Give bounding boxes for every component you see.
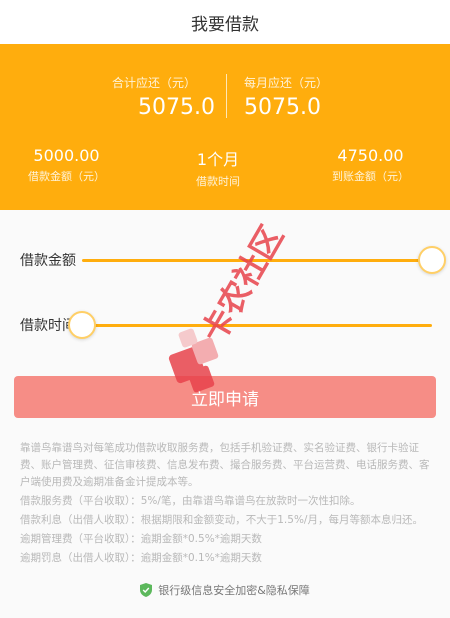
terms-paragraph: 逾期管理费（平台收取）：逾期金额*0.5%*逾期天数 — [20, 533, 262, 545]
loan-term-slider-row: 借款时间 — [0, 305, 450, 345]
monthly-repayment: 每月应还（元） 5075.0 — [244, 74, 328, 120]
terms-paragraph: 借款服务费（平台收取）：5%/笔，由靠谱鸟靠谱鸟在放款时一次性扣除。 — [20, 495, 361, 507]
total-repayment-label: 合计应还（元） — [112, 76, 197, 90]
title-bar: 我要借款 — [0, 0, 450, 44]
summary-divider — [226, 74, 227, 118]
total-repayment: 合计应还（元） 5075.0 — [112, 74, 215, 120]
loan-amount-stat: 5000.00 借款金额（元） — [28, 146, 105, 184]
total-repayment-value: 5075.0 — [138, 95, 215, 120]
security-note-text: 银行级信息安全加密&隐私保障 — [158, 584, 310, 597]
monthly-repayment-value: 5075.0 — [244, 95, 321, 120]
received-amount-label: 到账金额（元） — [332, 170, 409, 183]
received-amount-stat: 4750.00 到账金额（元） — [332, 146, 409, 184]
loan-term-slider-track[interactable] — [82, 324, 432, 327]
loan-summary-panel: 合计应还（元） 5075.0 每月应还（元） 5075.0 5000.00 借款… — [0, 44, 450, 210]
loan-term-slider-thumb[interactable] — [68, 311, 96, 339]
loan-amount-value: 5000.00 — [33, 146, 100, 165]
loan-term-stat: 1个月 借款时间 — [196, 146, 240, 189]
terms-paragraph: 逾期罚息（出借人收取）：逾期金额*0.1%*逾期天数 — [20, 552, 262, 564]
loan-amount-slider-row: 借款金额 — [0, 240, 450, 280]
page-title: 我要借款 — [191, 14, 259, 35]
loan-amount-label: 借款金额（元） — [28, 170, 105, 183]
loan-amount-slider-thumb[interactable] — [418, 246, 446, 274]
security-note: 银行级信息安全加密&隐私保障 — [0, 582, 450, 598]
apply-now-button[interactable]: 立即申请 — [14, 376, 436, 418]
fee-terms: 靠谱鸟靠谱鸟对每笔成功借款收取服务费，包括手机验证费、实名验证费、银行卡验证费、… — [20, 440, 432, 569]
loan-amount-slider-label: 借款金额 — [20, 253, 76, 269]
loan-amount-slider-track[interactable] — [82, 259, 432, 262]
monthly-repayment-label: 每月应还（元） — [244, 76, 329, 90]
loan-term-label: 借款时间 — [196, 175, 240, 188]
loan-term-value: 1个月 — [196, 150, 240, 169]
terms-paragraph: 借款利息（出借人收取）：根据期限和金额变动，不大于1.5%/月，每月等额本息归还… — [20, 514, 423, 526]
received-amount-value: 4750.00 — [337, 146, 404, 165]
terms-paragraph: 靠谱鸟靠谱鸟对每笔成功借款收取服务费，包括手机验证费、实名验证费、银行卡验证费、… — [20, 442, 430, 488]
shield-icon — [140, 583, 153, 597]
